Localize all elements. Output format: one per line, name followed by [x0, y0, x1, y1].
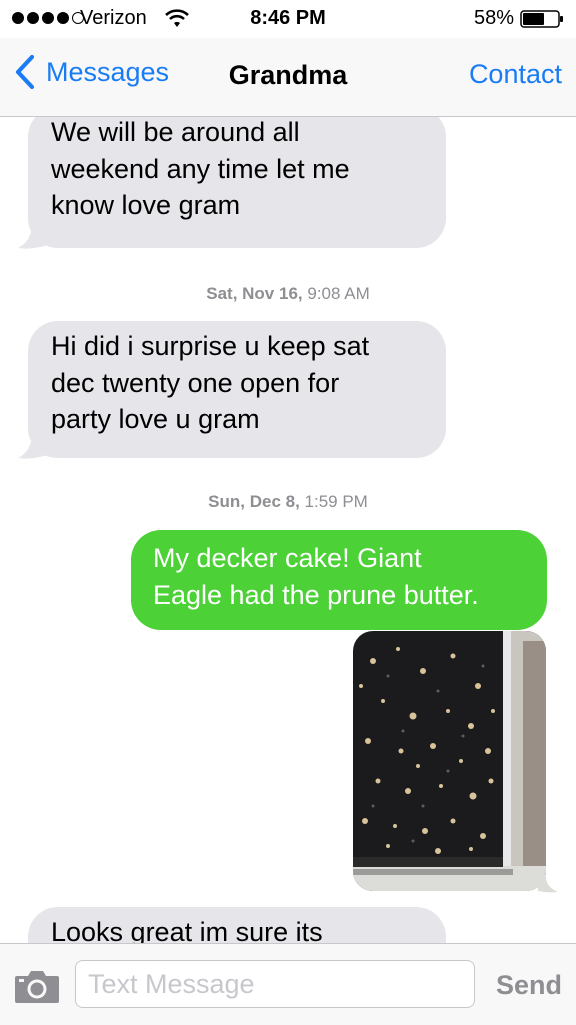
- incoming-bubble-tail: [18, 223, 48, 249]
- message-text-line: weekend any time let me: [51, 153, 350, 184]
- incoming-message-bubble[interactable]: Looks great im sure its: [28, 907, 446, 943]
- message-text-input[interactable]: [75, 960, 475, 1008]
- navigation-bar: Messages Grandma Contact: [0, 38, 576, 117]
- message-text-line: Looks great im sure its: [51, 917, 323, 943]
- message-text-line: Hi did i surprise u keep sat: [51, 331, 370, 361]
- message-text-line: dec twenty one open for: [51, 367, 340, 398]
- message-text-line: know love gram: [51, 190, 241, 220]
- incoming-bubble-tail: [18, 433, 48, 459]
- timestamp-time: 1:59 PM: [304, 492, 368, 511]
- conversation-thread[interactable]: We will be around all weekend any time l…: [0, 117, 576, 943]
- status-bar: Verizon 8:46 PM 58%: [0, 0, 576, 38]
- timestamp-time: 9:08 AM: [307, 284, 370, 303]
- incoming-message-bubble[interactable]: Hi did i surprise u keep sat dec twenty …: [28, 321, 446, 458]
- contact-button[interactable]: Contact: [469, 59, 562, 90]
- incoming-message-bubble[interactable]: We will be around all weekend any time l…: [28, 117, 446, 248]
- message-text-line: My decker cake! Giant: [153, 543, 422, 573]
- battery-icon: [520, 10, 563, 28]
- camera-icon[interactable]: [14, 968, 60, 1004]
- send-button[interactable]: Send: [496, 970, 562, 1001]
- outgoing-photo-message[interactable]: [353, 631, 546, 891]
- message-text-line: We will be around all: [51, 117, 300, 147]
- timestamp-day: Sat, Nov 16,: [206, 284, 303, 303]
- message-text-line: Eagle had the prune butter.: [153, 579, 479, 610]
- message-input-bar: Send: [0, 943, 576, 1025]
- outgoing-message-bubble[interactable]: My decker cake! Giant Eagle had the prun…: [131, 530, 547, 630]
- cake-photo: [353, 631, 546, 891]
- timestamp: Sat, Nov 16, 9:08 AM: [0, 284, 576, 304]
- outgoing-bubble-tail: [538, 877, 558, 893]
- message-text-line: party love u gram: [51, 404, 260, 434]
- timestamp: Sun, Dec 8, 1:59 PM: [0, 492, 576, 512]
- battery-percentage: 58%: [473, 7, 514, 29]
- timestamp-day: Sun, Dec 8,: [208, 492, 300, 511]
